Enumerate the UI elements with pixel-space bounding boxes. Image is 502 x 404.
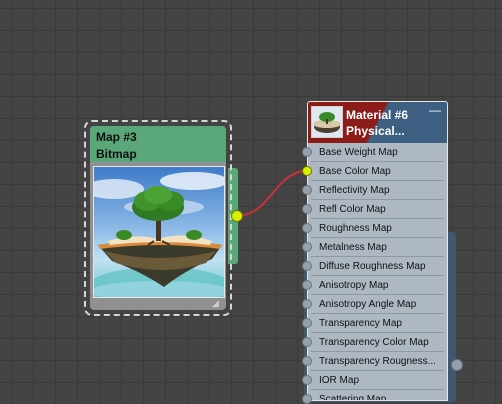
- bitmap-node[interactable]: Map #3 Bitmap ◢: [84, 120, 232, 316]
- slot-row[interactable]: Diffuse Roughness Map: [311, 258, 444, 276]
- slot-input-socket[interactable]: [302, 280, 312, 290]
- bitmap-node-body: Map #3 Bitmap ◢: [90, 126, 226, 310]
- material-node-type: Physical...: [346, 124, 405, 138]
- material-output-socket[interactable]: [451, 359, 463, 371]
- material-slot-list: Base Weight Map Base Color Map Reflectivit…: [308, 144, 447, 401]
- slot-input-socket[interactable]: [302, 261, 312, 271]
- slot-label: Transparency Color Map: [319, 337, 429, 348]
- bitmap-node-title: Map #3: [96, 130, 137, 144]
- slot-input-socket[interactable]: [302, 223, 312, 233]
- slot-input-socket[interactable]: [302, 204, 312, 214]
- slot-row[interactable]: Anisotropy Map: [311, 277, 444, 295]
- material-node-title-block: Material #6 Physical...: [346, 107, 440, 139]
- slot-input-socket[interactable]: [302, 337, 312, 347]
- slot-label: Base Color Map: [319, 166, 391, 177]
- bitmap-output-socket[interactable]: [231, 210, 243, 222]
- material-thumbnail: [311, 106, 343, 138]
- slot-row[interactable]: Base Weight Map: [311, 144, 444, 162]
- slot-row[interactable]: Transparency Map: [311, 315, 444, 333]
- slot-label: Base Weight Map: [319, 147, 398, 158]
- slot-row[interactable]: Base Color Map: [311, 163, 444, 181]
- slot-label: Transparency Rougness...: [319, 356, 436, 367]
- slot-input-socket-connected[interactable]: [302, 166, 312, 176]
- slot-row[interactable]: Scattering Map: [311, 391, 444, 401]
- collapse-icon[interactable]: —: [429, 104, 441, 116]
- bitmap-node-type: Bitmap: [96, 147, 137, 161]
- slot-row[interactable]: Refl Color Map: [311, 201, 444, 219]
- slot-label: Anisotropy Angle Map: [319, 299, 417, 310]
- slot-label: Refl Color Map: [319, 204, 386, 215]
- slot-row[interactable]: Transparency Color Map: [311, 334, 444, 352]
- bitmap-thumbnail: [93, 166, 225, 298]
- slot-row[interactable]: Anisotropy Angle Map: [311, 296, 444, 314]
- material-node-header[interactable]: Material #6 Physical... —: [308, 102, 447, 143]
- slot-row[interactable]: Transparency Rougness...: [311, 353, 444, 371]
- slot-input-socket[interactable]: [302, 299, 312, 309]
- slot-input-socket[interactable]: [302, 318, 312, 328]
- slot-label: Scattering Map: [319, 394, 387, 401]
- slot-row[interactable]: Reflectivity Map: [311, 182, 444, 200]
- bitmap-node-header[interactable]: Map #3 Bitmap: [90, 126, 226, 162]
- slot-input-socket[interactable]: [302, 242, 312, 252]
- slot-label: Reflectivity Map: [319, 185, 390, 196]
- slot-label: Roughness Map: [319, 223, 392, 234]
- material-node[interactable]: Material #6 Physical... — Base Weight Ma…: [307, 101, 448, 401]
- slot-row[interactable]: Roughness Map: [311, 220, 444, 238]
- base-color-wire[interactable]: [236, 170, 308, 217]
- slot-input-socket[interactable]: [302, 185, 312, 195]
- slot-row[interactable]: IOR Map: [311, 372, 444, 390]
- slot-input-socket[interactable]: [302, 147, 312, 157]
- slot-label: Transparency Map: [319, 318, 402, 329]
- slot-input-socket[interactable]: [302, 356, 312, 366]
- slot-label: Anisotropy Map: [319, 280, 389, 291]
- resize-grip-icon[interactable]: ◢: [212, 299, 222, 308]
- slot-label: Metalness Map: [319, 242, 387, 253]
- slot-label: Diffuse Roughness Map: [319, 261, 426, 272]
- material-node-title: Material #6: [346, 108, 409, 122]
- slot-row[interactable]: Metalness Map: [311, 239, 444, 257]
- slot-input-socket[interactable]: [302, 375, 312, 385]
- slot-label: IOR Map: [319, 375, 360, 386]
